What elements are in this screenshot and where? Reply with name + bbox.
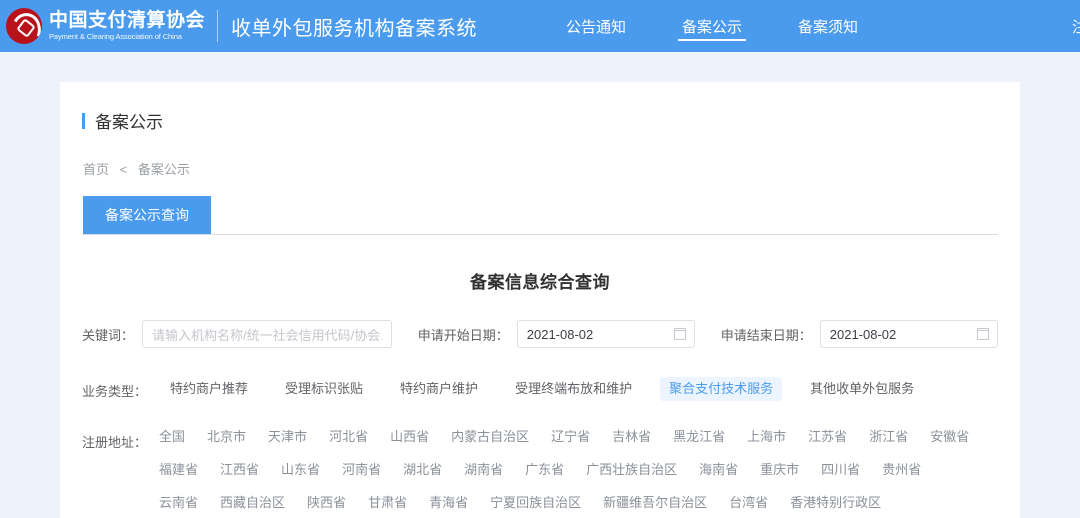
region-option[interactable]: 甘肃省 xyxy=(368,495,407,512)
page-wrapper: 备案公示 首页 < 备案公示 备案公示查询 备案信息综合查询 关键词： 请输入机… xyxy=(0,52,1080,518)
region-option[interactable]: 宁夏回族自治区 xyxy=(490,495,581,512)
region-option[interactable]: 云南省 xyxy=(159,495,198,512)
page-title: 备案公示 xyxy=(82,108,998,133)
end-date-input[interactable]: 2021-08-02 xyxy=(819,320,999,348)
start-date-label: 申请开始日期： xyxy=(417,327,509,343)
brand-divider xyxy=(217,10,219,42)
region-option[interactable]: 山东省 xyxy=(281,462,320,479)
site-header: 中国支付清算协会 Payment & Clearing Association … xyxy=(0,0,1080,52)
brand-name-en: Payment & Clearing Association of China xyxy=(49,32,182,42)
brand-name-cn: 中国支付清算协会 xyxy=(49,10,206,32)
region-option[interactable]: 北京市 xyxy=(207,429,246,446)
keyword-label: 关键词： xyxy=(82,327,135,343)
main-nav: 公告通知 备案公示 备案须知 xyxy=(562,0,910,52)
region-option[interactable]: 台湾省 xyxy=(729,495,768,512)
business-type-label: 业务类型： xyxy=(82,384,148,399)
business-type-options: 特约商户推荐 受理标识张贴 特约商户维护 受理终端布放和维护 聚合支付技术服务 … xyxy=(161,377,998,402)
region-option[interactable]: 天津市 xyxy=(268,429,307,446)
breadcrumb-home[interactable]: 首页 xyxy=(83,162,109,177)
content-card: 备案公示 首页 < 备案公示 备案公示查询 备案信息综合查询 关键词： 请输入机… xyxy=(60,82,1020,518)
tab-bar: 备案公示查询 xyxy=(82,196,998,235)
end-date-value: 2021-08-02 xyxy=(829,326,897,342)
register-address-options: 全国 北京市 天津市 河北省 山西省 内蒙古自治区 辽宁省 吉林省 黑龙江省 上… xyxy=(159,429,998,518)
region-option[interactable]: 辽宁省 xyxy=(551,429,590,446)
nav-item-filing-notice[interactable]: 备案须知 xyxy=(794,0,862,52)
breadcrumb-current: 备案公示 xyxy=(137,162,190,177)
region-option[interactable]: 陕西省 xyxy=(307,495,346,512)
region-option[interactable]: 全国 xyxy=(159,429,185,446)
query-fields-row: 关键词： 请输入机构名称/统一社会信用代码/协会... 申请开始日期： 2021… xyxy=(82,320,999,348)
keyword-placeholder: 请输入机构名称/统一社会信用代码/协会... xyxy=(152,327,383,343)
register-address-row: 注册地址： 全国 北京市 天津市 河北省 山西省 内蒙古自治区 辽宁省 吉林省 … xyxy=(82,429,998,518)
form-title: 备案信息综合查询 xyxy=(470,273,610,292)
calendar-icon[interactable] xyxy=(674,328,687,340)
region-option[interactable]: 广西壮族自治区 xyxy=(586,462,677,479)
region-option[interactable]: 江西省 xyxy=(220,462,259,479)
region-option[interactable]: 浙江省 xyxy=(869,429,908,446)
region-option[interactable]: 江苏省 xyxy=(808,429,847,446)
region-option[interactable]: 青海省 xyxy=(429,495,468,512)
nav-item-announcements[interactable]: 公告通知 xyxy=(562,0,630,52)
region-option[interactable]: 贵州省 xyxy=(882,462,921,479)
business-type-option[interactable]: 特约商户推荐 xyxy=(161,377,257,401)
region-option[interactable]: 上海市 xyxy=(747,429,786,446)
breadcrumb: 首页 < 备案公示 xyxy=(82,159,998,178)
title-accent-bar xyxy=(82,112,85,129)
region-option[interactable]: 河北省 xyxy=(329,429,368,446)
business-type-option[interactable]: 受理标识张贴 xyxy=(276,377,372,401)
nav-item-filing-disclosure[interactable]: 备案公示 xyxy=(678,0,747,52)
region-option[interactable]: 湖北省 xyxy=(403,462,442,479)
pcac-logo-icon xyxy=(6,8,42,44)
start-date-input[interactable]: 2021-08-02 xyxy=(516,320,696,348)
keyword-input[interactable]: 请输入机构名称/统一社会信用代码/协会... xyxy=(142,320,393,348)
brand-block[interactable]: 中国支付清算协会 Payment & Clearing Association … xyxy=(0,8,205,44)
region-option[interactable]: 重庆市 xyxy=(760,462,799,479)
region-option[interactable]: 内蒙古自治区 xyxy=(451,429,529,446)
region-option[interactable]: 山西省 xyxy=(390,429,429,446)
region-option[interactable]: 福建省 xyxy=(159,462,198,479)
breadcrumb-separator: < xyxy=(119,162,128,177)
end-date-label: 申请结束日期： xyxy=(720,327,812,343)
region-option[interactable]: 吉林省 xyxy=(612,429,651,446)
region-option[interactable]: 黑龙江省 xyxy=(673,429,725,446)
business-type-option[interactable]: 受理终端布放和维护 xyxy=(506,377,641,401)
region-option[interactable]: 西藏自治区 xyxy=(220,495,285,512)
register-address-label: 注册地址： xyxy=(82,435,148,451)
brand-text: 中国支付清算协会 Payment & Clearing Association … xyxy=(49,11,205,41)
region-option[interactable]: 安徽省 xyxy=(930,429,969,446)
nav-register-link[interactable]: 注册 xyxy=(1072,0,1080,52)
start-date-value: 2021-08-02 xyxy=(526,326,594,342)
calendar-icon[interactable] xyxy=(977,328,990,340)
tab-filing-query[interactable]: 备案公示查询 xyxy=(83,196,211,234)
region-option[interactable]: 河南省 xyxy=(342,462,381,479)
business-type-option[interactable]: 特约商户维护 xyxy=(391,377,487,401)
region-option[interactable]: 广东省 xyxy=(525,462,564,479)
region-option[interactable]: 海南省 xyxy=(699,462,738,479)
region-option[interactable]: 四川省 xyxy=(821,462,860,479)
region-option[interactable]: 新疆维吾尔自治区 xyxy=(603,495,707,512)
business-type-option[interactable]: 其他收单外包服务 xyxy=(801,377,923,401)
region-option[interactable]: 湖南省 xyxy=(464,462,503,479)
system-title: 收单外包服务机构备案系统 xyxy=(231,17,478,40)
page-title-text: 备案公示 xyxy=(95,113,163,132)
region-option[interactable]: 香港特别行政区 xyxy=(790,495,881,512)
business-type-row: 业务类型： 特约商户推荐 受理标识张贴 特约商户维护 受理终端布放和维护 聚合支… xyxy=(82,377,998,402)
business-type-option-selected[interactable]: 聚合支付技术服务 xyxy=(660,377,783,402)
